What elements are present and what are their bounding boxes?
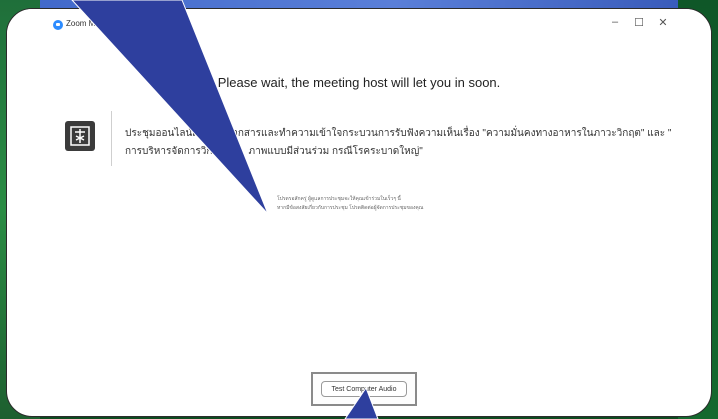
topic-divider — [111, 111, 112, 166]
meeting-topic-line-2: การบริหารจัดการวิก ภาพแบบมีส่วนร่วม กรณี… — [125, 146, 423, 157]
test-computer-audio-button[interactable]: Test Computer Audio — [321, 381, 407, 397]
zoom-app-icon — [53, 20, 63, 30]
meeting-logo-icon — [65, 121, 95, 151]
meeting-topic-line-1: ประชุมออนไลน์เ อกสารและทำความเข้าใจกระบว… — [125, 128, 672, 139]
minimize-button[interactable]: – — [607, 16, 623, 28]
title-bar: Zoom M – ☐ ✕ — [7, 9, 711, 39]
waiting-message: Please wait, the meeting host will let y… — [217, 75, 501, 90]
app-title: Zoom M — [66, 19, 96, 28]
description-line-1: โปรดรอสักครู่ ผู้ดูแลการประชุมจะให้คุณเข… — [277, 196, 401, 202]
meeting-description: โปรดรอสักครู่ ผู้ดูแลการประชุมจะให้คุณเข… — [277, 195, 467, 213]
test-audio-highlight: Test Computer Audio — [311, 372, 417, 406]
description-line-2: หากมีข้อสงสัยเกี่ยวกับการประชุม โปรดติดต… — [277, 205, 424, 211]
meeting-topic: ประชุมออนไลน์เ อกสารและทำความเข้าใจกระบว… — [125, 125, 685, 161]
maximize-button[interactable]: ☐ — [631, 16, 647, 29]
zoom-waiting-room-window: Zoom M – ☐ ✕ Please wait, the meeting ho… — [6, 8, 712, 417]
close-button[interactable]: ✕ — [655, 16, 671, 29]
